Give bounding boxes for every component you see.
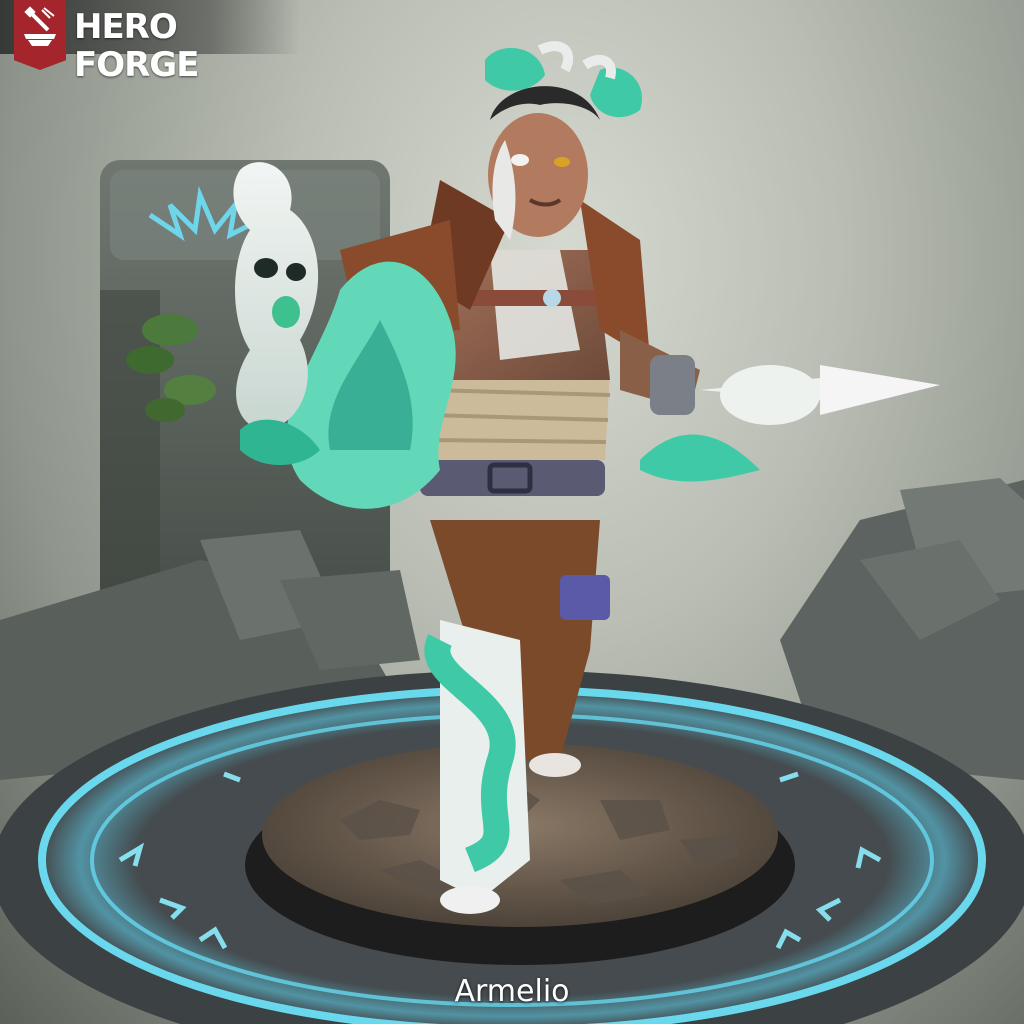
anvil-hammer-icon (14, 0, 66, 70)
brand-name: HERO FORGE (74, 7, 199, 85)
brand-header: HERO FORGE (0, 0, 300, 84)
character-name: Armelio (454, 974, 570, 1009)
miniature-viewer[interactable]: HERO FORGE Armelio (0, 0, 1024, 1024)
miniature-scene[interactable] (0, 0, 1024, 1024)
